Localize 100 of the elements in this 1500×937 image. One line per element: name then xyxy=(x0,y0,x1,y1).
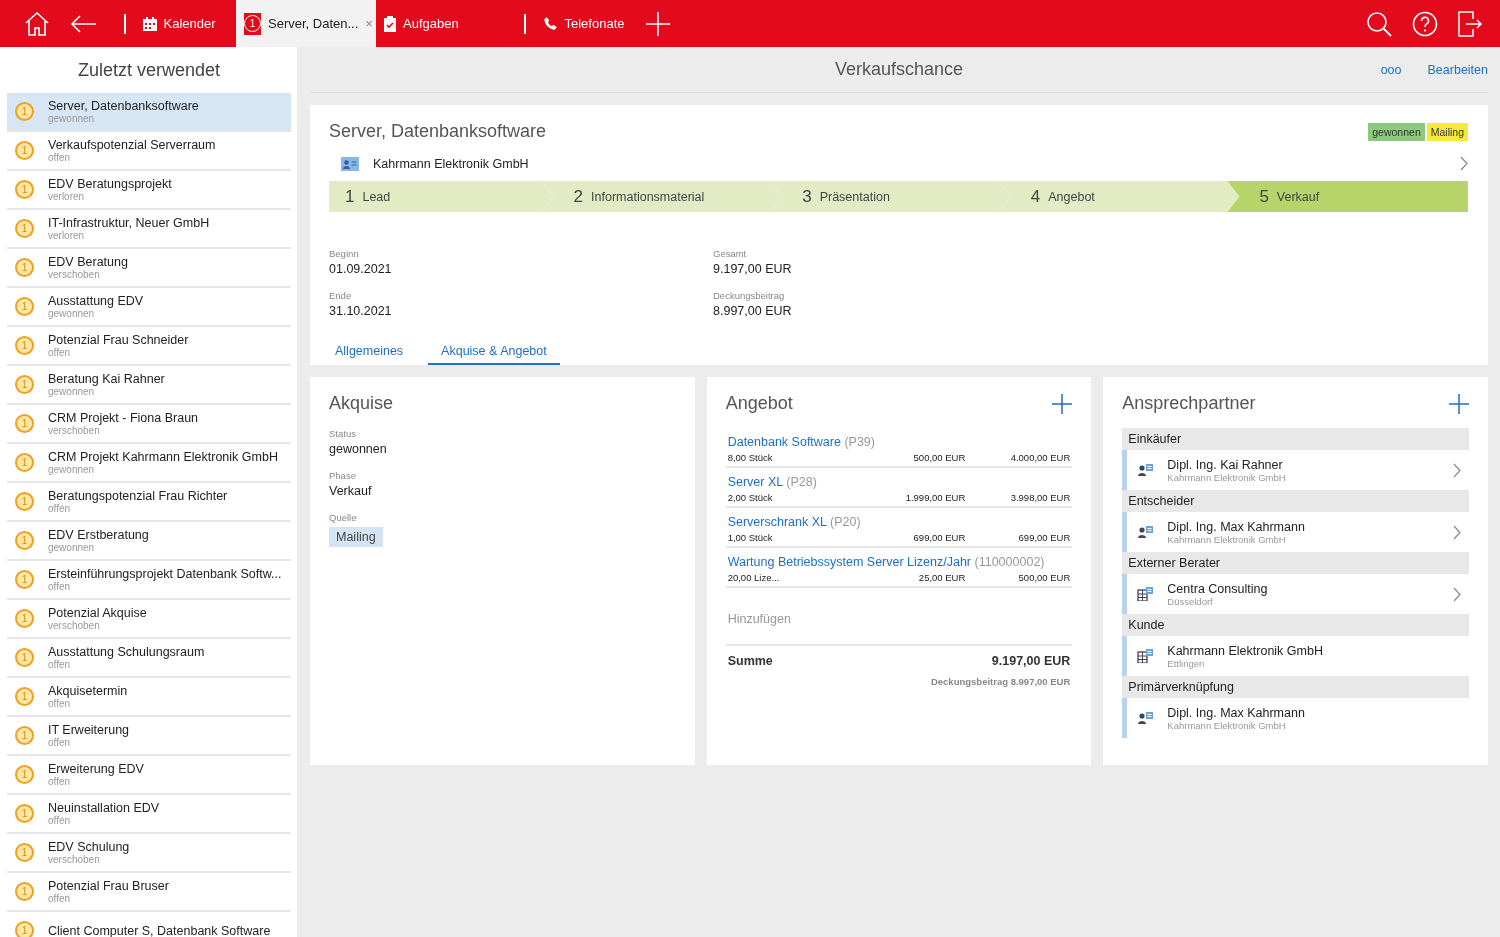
item-status: gewonnen xyxy=(48,542,96,553)
item-title: IT Erweiterung xyxy=(48,723,130,737)
tag: gewonnen xyxy=(1368,122,1425,141)
plus-icon xyxy=(646,11,670,36)
item-status: gewonnen xyxy=(48,113,96,124)
stage-step[interactable]: 2 Informationsmaterial xyxy=(541,181,783,212)
contact-name: Dipl. Ing. Max Kahrmann xyxy=(1167,519,1305,534)
field-label: Deckungsbeitrag xyxy=(713,290,786,301)
unit-price: 500,00 EUR xyxy=(912,452,966,463)
logout-button[interactable] xyxy=(1458,10,1482,37)
status-badge: 1 xyxy=(15,531,34,550)
sidebar-title: Zuletzt verwendet xyxy=(76,58,222,82)
item-title: Beratung Kai Rahner xyxy=(48,372,165,386)
recent-item[interactable]: 1 Server, Datenbanksoftware gewonnen xyxy=(7,93,291,132)
field-value: 8.997,00 EUR xyxy=(713,304,793,318)
status-badge: 1 xyxy=(15,492,34,511)
product-link[interactable]: Serverschrank XL (P20) xyxy=(727,515,861,529)
nav-tab[interactable]: Aufgaben xyxy=(376,8,506,39)
line-total: 500,00 EUR xyxy=(1017,572,1071,583)
nav-tab[interactable]: Kalender xyxy=(106,8,236,39)
status-badge: 1 xyxy=(15,414,34,433)
field-label: Status xyxy=(329,428,357,439)
calendar-icon xyxy=(142,16,157,31)
product-link[interactable]: Datenbank Software (P39) xyxy=(727,435,875,449)
contact-card-icon xyxy=(341,156,359,171)
item-status: offen xyxy=(48,698,72,709)
stage-step[interactable]: 3 Präsentation xyxy=(770,181,1011,212)
field-label: Quelle xyxy=(329,512,358,523)
field-value: Verkauf xyxy=(329,484,373,498)
add-tab-button[interactable] xyxy=(646,11,670,36)
item-status: offen xyxy=(48,815,72,826)
help-button[interactable] xyxy=(1412,10,1438,37)
item-status: offen xyxy=(48,737,72,748)
more-button[interactable]: ooo xyxy=(1380,63,1402,77)
line-total: 3.998,00 EUR xyxy=(1009,492,1071,503)
stage-step[interactable]: 1 Lead xyxy=(329,181,554,212)
item-status: verschoben xyxy=(48,854,101,865)
add-button[interactable] xyxy=(1449,393,1469,414)
status-badge: 1 xyxy=(15,687,34,706)
plus-icon xyxy=(1449,393,1469,414)
unit-price: 1.999,00 EUR xyxy=(904,492,966,503)
contact-detail: Ettlingen xyxy=(1167,657,1206,669)
contact-name: Kahrmann Elektronik GmbH xyxy=(1167,643,1323,658)
line-total: 4.000,00 EUR xyxy=(1009,452,1071,463)
group-heading: Primärverknüpfung xyxy=(1122,676,1469,698)
item-title: Potenzial Frau Schneider xyxy=(48,333,189,347)
item-status: gewonnen xyxy=(48,386,96,397)
section-tab[interactable]: Allgemeines xyxy=(322,338,417,365)
stage-step[interactable]: 5 Verkauf xyxy=(1227,181,1468,212)
contact-row[interactable]: Dipl. Ing. Max Kahrmann Kahrmann Elektronik GmbH xyxy=(1122,698,1469,738)
status-badge: 1 xyxy=(15,297,34,316)
search-icon xyxy=(1366,10,1392,37)
item-title: CRM Projekt - Fiona Braun xyxy=(48,411,199,425)
edit-link[interactable]: Bearbeiten xyxy=(1427,63,1488,77)
margin-text: Deckungsbeitrag 8.997,00 EUR xyxy=(929,676,1072,687)
opportunity-icon: 1 xyxy=(244,12,261,35)
contact-card-icon xyxy=(1137,525,1154,539)
item-status: verschoben xyxy=(48,620,101,631)
status-badge: 1 xyxy=(15,570,34,589)
status-badge: 1 xyxy=(15,102,34,121)
building-icon xyxy=(1137,649,1154,663)
status-badge: 1 xyxy=(15,141,34,160)
sum-value: 9.197,00 EUR xyxy=(991,654,1071,668)
contact-detail: Kahrmann Elektronik GmbH xyxy=(1167,719,1287,731)
status-badge: 1 xyxy=(15,765,34,784)
home-button[interactable] xyxy=(24,11,50,36)
panel-title: Ansprechpartner xyxy=(1122,393,1256,414)
status-badge: 1 xyxy=(15,882,34,901)
status-badge: 1 xyxy=(15,726,34,745)
product-link[interactable]: Server XL (P28) xyxy=(727,475,817,489)
field-value: 01.09.2021 xyxy=(329,262,393,276)
item-status: verschoben xyxy=(48,425,101,436)
search-button[interactable] xyxy=(1366,10,1392,37)
quantity: 20,00 Lize... xyxy=(727,572,781,583)
product-link[interactable]: Wartung Betriebssystem Server Lizenz/Jahr (110000002) xyxy=(727,555,1045,569)
item-title: Server, Datenbanksoftware xyxy=(48,99,199,113)
add-button[interactable] xyxy=(1052,393,1073,414)
item-title: Verkaufspotenzial Serverraum xyxy=(48,138,216,152)
status-badge: 1 xyxy=(15,453,34,472)
item-status: offen xyxy=(48,581,72,592)
status-badge: 1 xyxy=(15,180,34,199)
stage-step[interactable]: 4 Angebot xyxy=(998,181,1240,212)
item-status: offen xyxy=(48,347,72,358)
field-label: Gesamt xyxy=(713,248,748,259)
item-status: offen xyxy=(48,893,72,904)
item-title: Akquisetermin xyxy=(48,684,128,698)
nav-tab[interactable]: 1 Server, Daten... × xyxy=(236,0,376,47)
item-title: EDV Erstberatung xyxy=(48,528,149,542)
item-status: offen xyxy=(48,776,72,787)
quantity: 8,00 Stück xyxy=(727,452,774,463)
item-title: Ersteinführungsprojekt Datenbank Softw... xyxy=(48,567,282,581)
item-status: gewonnen xyxy=(48,464,96,475)
back-button[interactable] xyxy=(70,14,96,33)
chevron-right-icon xyxy=(1453,462,1461,478)
group-heading: Externer Berater xyxy=(1122,552,1469,574)
contact-name: Centra Consulting xyxy=(1167,581,1268,596)
nav-tab[interactable]: Telefonate xyxy=(506,8,636,39)
chevron-right-icon xyxy=(1453,524,1461,540)
section-tab[interactable]: Akquise & Angebot xyxy=(428,338,560,365)
item-title: CRM Projekt Kahrmann Elektronik GmbH xyxy=(48,450,278,464)
